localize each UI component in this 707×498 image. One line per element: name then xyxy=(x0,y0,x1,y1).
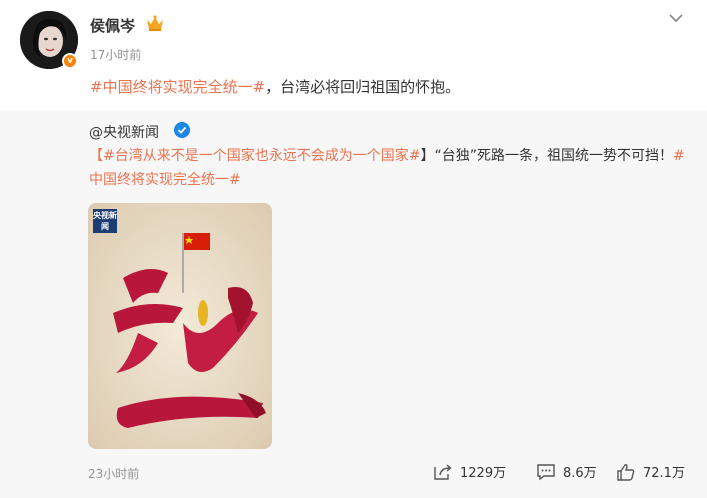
comment-button[interactable]: 8.6万 xyxy=(536,462,597,481)
repost-hashtag-1[interactable]: #台湾从来不是一个国家也永远不会成为一个国家# xyxy=(103,148,420,164)
share-count: 1229万 xyxy=(460,466,507,481)
like-count: 72.1万 xyxy=(643,466,685,481)
poster-logo: 央视新闻 xyxy=(93,209,117,233)
like-icon xyxy=(617,463,635,481)
comment-icon xyxy=(537,463,555,480)
post-text: #中国终将实现完全统一#，台湾必将回归祖国的怀抱。 xyxy=(90,76,460,97)
verified-icon xyxy=(174,122,190,138)
chevron-down-icon[interactable] xyxy=(668,12,684,24)
like-button[interactable]: 72.1万 xyxy=(616,462,685,481)
share-icon xyxy=(434,463,452,480)
hashtag-link[interactable]: #中国终将实现完全统一# xyxy=(90,78,265,96)
username[interactable]: 侯佩岑 xyxy=(90,15,135,36)
poster-image[interactable]: 央视新闻 xyxy=(88,203,272,449)
repost-card[interactable]: @央视新闻 【#台湾从来不是一个国家也永远不会成为一个国家#】“台独”死路一条，… xyxy=(0,110,707,498)
comment-count: 8.6万 xyxy=(563,466,597,481)
weibo-post: v 侯佩岑 17小时前 #中国终将实现完全统一#，台湾必将回归祖国的怀抱。 @央… xyxy=(0,0,707,498)
share-button[interactable]: 1229万 xyxy=(433,462,506,481)
repost-text-body: 】“台独”死路一条，祖国统一势不可挡！ xyxy=(420,148,673,164)
repost-author[interactable]: @央视新闻 xyxy=(89,122,159,142)
post-text-body: ，台湾必将回归祖国的怀抱。 xyxy=(265,78,461,96)
repost-bracket: 【 xyxy=(89,148,103,164)
avatar-badge: v xyxy=(62,53,78,69)
post-time[interactable]: 17小时前 xyxy=(90,46,141,63)
crown-icon[interactable] xyxy=(145,14,165,32)
repost-text: 【#台湾从来不是一个国家也永远不会成为一个国家#】“台独”死路一条，祖国统一势不… xyxy=(89,144,689,192)
repost-time[interactable]: 23小时前 xyxy=(88,465,139,482)
